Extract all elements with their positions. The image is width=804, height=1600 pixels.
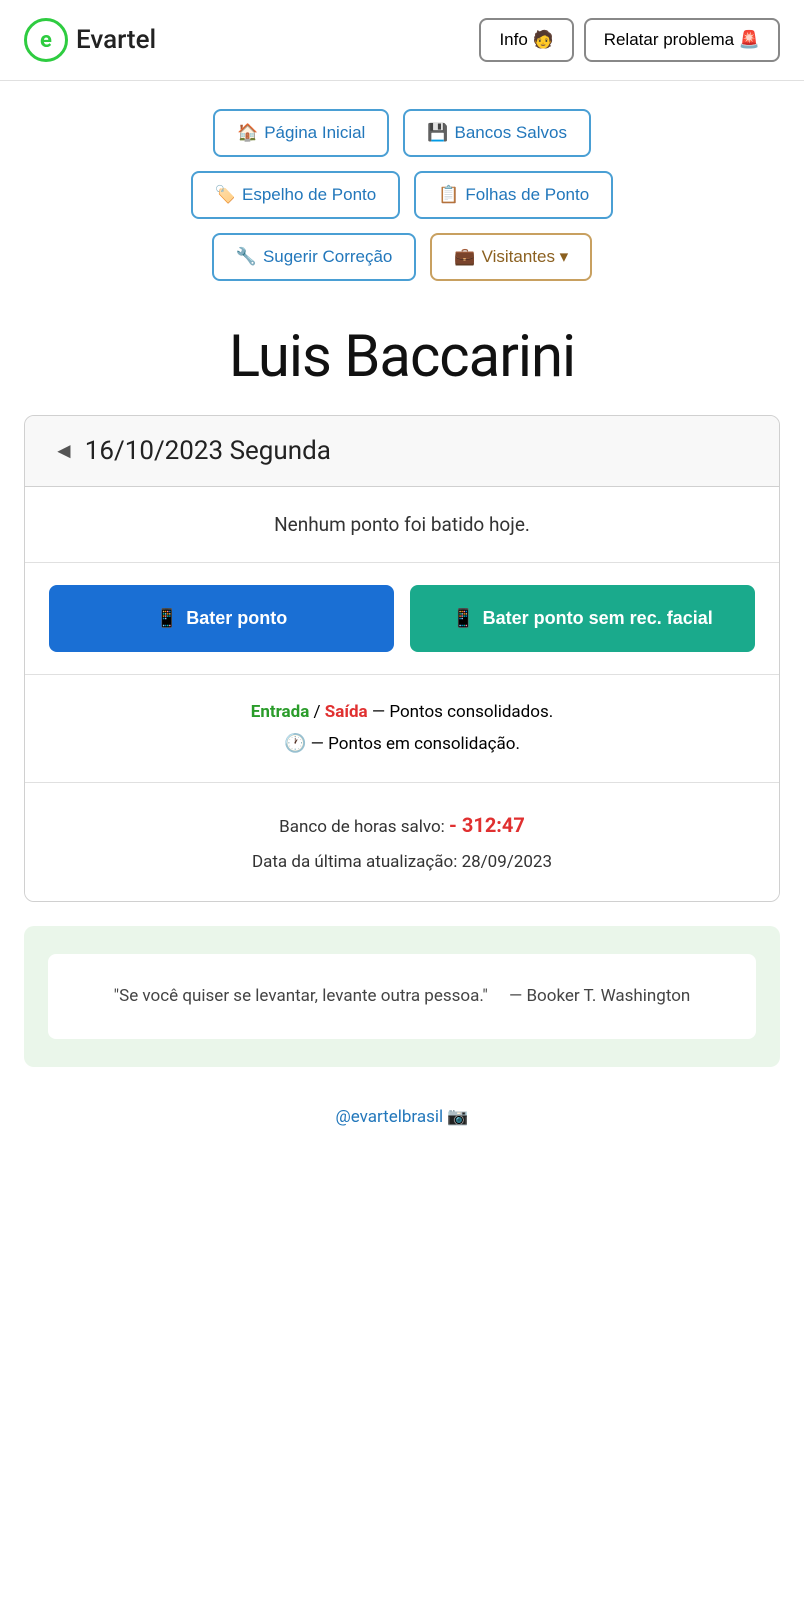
tag-icon: 🏷️ bbox=[215, 185, 236, 205]
no-punch-message: Nenhum ponto foi batido hoje. bbox=[274, 513, 530, 536]
logo: e Evartel bbox=[24, 18, 156, 62]
quote-section: "Se você quiser se levantar, levante out… bbox=[24, 926, 780, 1067]
quote-text: "Se você quiser se levantar, levante out… bbox=[114, 986, 488, 1006]
app-header: e Evartel Info 🧑 Relatar problema 🚨 bbox=[0, 0, 804, 81]
nav-row-2: 🏷️ Espelho de Ponto 📋 Folhas de Ponto bbox=[191, 171, 613, 219]
legend-row-2: 🕐 — Pontos em consolidação. bbox=[53, 728, 751, 760]
bank-hours-label: Banco de horas salvo: bbox=[279, 817, 449, 837]
legend-consolidating-text: — Pontos em consolidação. bbox=[311, 734, 520, 754]
legend-entrada: Entrada bbox=[251, 702, 310, 722]
nav-bancos-salvos[interactable]: 💾 Bancos Salvos bbox=[403, 109, 591, 157]
nav-folhas-de-ponto[interactable]: 📋 Folhas de Ponto bbox=[414, 171, 613, 219]
nav-visitantes-label: Visitantes ▾ bbox=[482, 247, 569, 267]
nav-visitantes[interactable]: 💼 Visitantes ▾ bbox=[430, 233, 592, 281]
nav-pagina-inicial[interactable]: 🏠 Página Inicial bbox=[213, 109, 389, 157]
instagram-link[interactable]: @evartelbrasil 📷 bbox=[335, 1107, 468, 1127]
punch-no-facial-icon: 📱 bbox=[452, 608, 474, 629]
legend-consolidated-text: — Pontos consolidados. bbox=[372, 702, 553, 722]
nav-sugerir-label: Sugerir Correção bbox=[263, 247, 392, 267]
bank-hours-row: Banco de horas salvo: - 312:47 bbox=[53, 805, 751, 845]
bank-hours-section: Banco de horas salvo: - 312:47 Data da ú… bbox=[25, 783, 779, 901]
last-update-date: 28/09/2023 bbox=[462, 852, 552, 872]
logo-icon: e bbox=[24, 18, 68, 62]
footer: @evartelbrasil 📷 bbox=[0, 1091, 804, 1159]
info-button[interactable]: Info 🧑 bbox=[479, 18, 573, 62]
nav-sugerir-correcao[interactable]: 🔧 Sugerir Correção bbox=[212, 233, 417, 281]
date-header: ◄ 16/10/2023 Segunda bbox=[25, 416, 779, 487]
clock-icon: 🕐 bbox=[284, 733, 306, 754]
punch-icon: 📱 bbox=[156, 608, 178, 629]
instagram-handle: @evartelbrasil bbox=[335, 1107, 443, 1127]
legend-row-1: Entrada / Saída — Pontos consolidados. bbox=[53, 697, 751, 728]
nav-pagina-inicial-label: Página Inicial bbox=[264, 123, 365, 143]
bater-ponto-sem-facial-button[interactable]: 📱 Bater ponto sem rec. facial bbox=[410, 585, 755, 652]
instagram-icon: 📷 bbox=[447, 1107, 468, 1127]
last-update-label: Data da última atualização: bbox=[252, 852, 462, 872]
punch-buttons-row: 📱 Bater ponto 📱 Bater ponto sem rec. fac… bbox=[25, 563, 779, 675]
legend-saida: Saída bbox=[325, 702, 368, 722]
nav-bancos-salvos-label: Bancos Salvos bbox=[455, 123, 567, 143]
logo-name: Evartel bbox=[76, 25, 156, 55]
bank-hours-value: - 312:47 bbox=[449, 813, 525, 837]
nav-section: 🏠 Página Inicial 💾 Bancos Salvos 🏷️ Espe… bbox=[0, 81, 804, 291]
bater-ponto-label: Bater ponto bbox=[186, 608, 287, 629]
bater-ponto-button[interactable]: 📱 Bater ponto bbox=[49, 585, 394, 652]
legend-section: Entrada / Saída — Pontos consolidados. 🕐… bbox=[25, 675, 779, 783]
legend-separator: / bbox=[314, 702, 325, 722]
quote-card: "Se você quiser se levantar, levante out… bbox=[48, 954, 756, 1039]
wrench-icon: 🔧 bbox=[236, 247, 257, 267]
user-name: Luis Baccarini bbox=[24, 323, 780, 391]
save-icon: 💾 bbox=[427, 123, 448, 143]
last-update-row: Data da última atualização: 28/09/2023 bbox=[53, 845, 751, 879]
nav-espelho-de-ponto[interactable]: 🏷️ Espelho de Ponto bbox=[191, 171, 400, 219]
header-button-group: Info 🧑 Relatar problema 🚨 bbox=[479, 18, 780, 62]
main-card: ◄ 16/10/2023 Segunda Nenhum ponto foi ba… bbox=[24, 415, 780, 902]
user-name-section: Luis Baccarini bbox=[0, 291, 804, 415]
current-date: 16/10/2023 Segunda bbox=[85, 436, 331, 466]
prev-day-arrow[interactable]: ◄ bbox=[53, 438, 75, 464]
nav-row-1: 🏠 Página Inicial 💾 Bancos Salvos bbox=[213, 109, 591, 157]
home-icon: 🏠 bbox=[237, 123, 258, 143]
nav-espelho-label: Espelho de Ponto bbox=[242, 185, 376, 205]
no-punch-section: Nenhum ponto foi batido hoje. bbox=[25, 487, 779, 563]
folder-icon: 📋 bbox=[438, 185, 459, 205]
quote-author: — Booker T. Washington bbox=[509, 986, 690, 1006]
bater-ponto-sem-facial-label: Bater ponto sem rec. facial bbox=[483, 607, 713, 630]
nav-folhas-label: Folhas de Ponto bbox=[465, 185, 589, 205]
briefcase-icon: 💼 bbox=[454, 247, 475, 267]
report-problem-button[interactable]: Relatar problema 🚨 bbox=[584, 18, 780, 62]
nav-row-3: 🔧 Sugerir Correção 💼 Visitantes ▾ bbox=[212, 233, 592, 281]
